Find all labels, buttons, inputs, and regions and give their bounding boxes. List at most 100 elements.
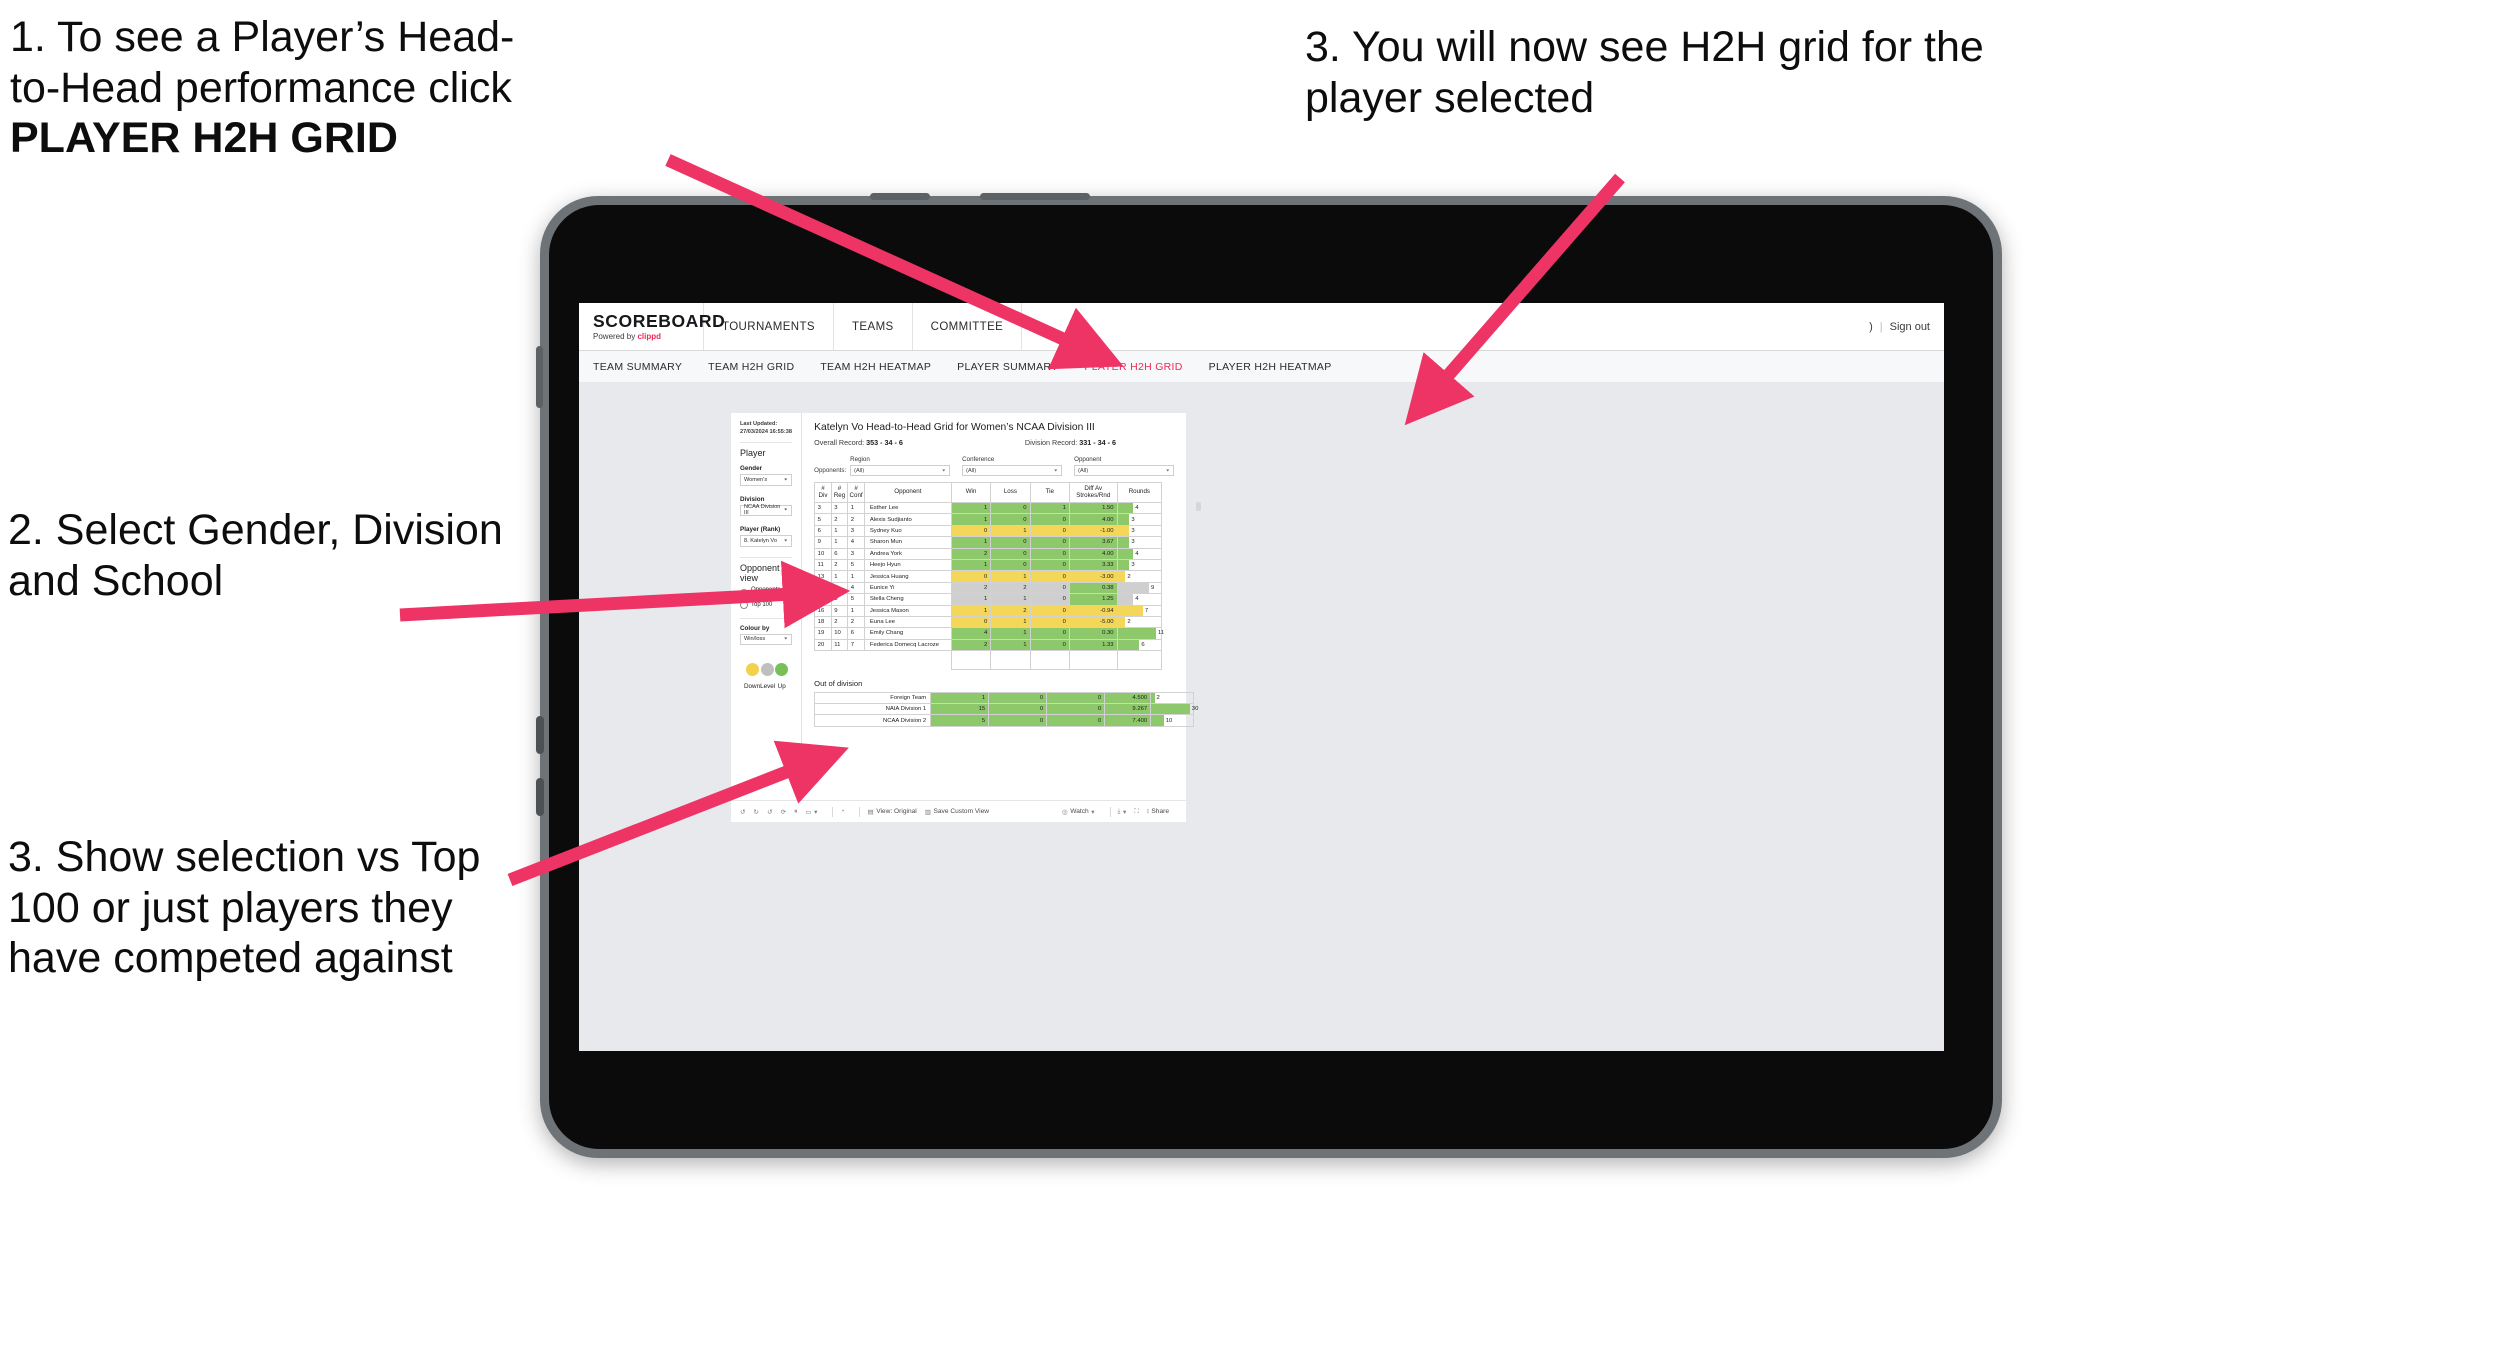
table-row[interactable]: 20 11 7 Federica Domecq Lacroze 2 1 0 1.33 6 [814,638,1163,652]
topnav-item-teams[interactable]: TEAMS [834,303,913,350]
record-summary: Overall Record: 353 - 34 - 6 Division Re… [814,438,1194,447]
topnav-item-committee[interactable]: COMMITTEE [913,303,1023,350]
legend-item-level: Level [760,663,775,690]
cell-ood-loss: 0 [988,691,1048,704]
revert-button[interactable]: ↺ [767,808,773,816]
highlight-icon: ▭ [805,808,812,816]
sign-out-link[interactable]: Sign out [1890,321,1930,333]
table-vertical-scrollbar[interactable] [1196,502,1202,511]
save-custom-view-button[interactable]: ▥ Save Custom View [925,808,989,816]
colour-by-value: Win/loss [744,636,766,643]
cell-ood-win: 5 [930,714,990,727]
tab-team-summary[interactable]: TEAM SUMMARY [593,361,682,373]
view-original-button[interactable]: ▤ View: Original [867,808,916,816]
region-select[interactable]: (All) ▼ [850,465,951,476]
redo-button[interactable]: ↻ [754,808,760,816]
gender-value: Women’s [744,476,768,483]
table-row[interactable]: 9 1 4 Sharon Mun 1 0 0 3.67 3 [814,536,1163,549]
th-opponent: Opponent [863,482,952,503]
cell-tie: 0 [1029,570,1070,583]
radio-opponents-played[interactable]: Opponents Played [740,587,792,599]
cell-opponent: Alexis Sudjianto [863,513,952,526]
table-row[interactable]: 6 1 3 Sydney Kuo 0 1 0 -1.00 3 [814,524,1163,538]
tab-team-h2h-heatmap[interactable]: TEAM H2H HEATMAP [820,361,931,373]
table-row[interactable]: 3 3 1 Esther Lee 1 0 1 1.50 4 [814,501,1163,515]
out-of-division-body: Foreign Team 1 0 0 4.500 2 NAIA Division 1 15 0 0… [814,691,1198,727]
table-row[interactable]: 5 2 2 Alexis Sudjianto 1 0 0 4.00 3 [814,513,1163,526]
table-row[interactable]: 14 7 4 Eunice Yi 2 2 0 0.38 9 [814,581,1163,595]
share-icon: ⦂ [1146,807,1149,815]
annotation-step-4: 3. You will now see H2H grid for the pla… [1305,23,1984,122]
h2h-table-head: # Div # Reg # Conf Opponent Win Loss Tie Di… [814,482,1163,503]
radio-icon [740,600,748,609]
th-rounds: Rounds [1116,482,1163,503]
out-of-division-table: Foreign Team 1 0 0 4.500 2 NAIA Division 1 15 0 0… [814,691,1198,727]
cell-ood-loss: 0 [988,702,1048,716]
gender-select[interactable]: Women’s ▼ [740,474,793,486]
th-reg: # Reg [830,482,849,503]
table-row[interactable]: 15 8 5 Stella Cheng 1 1 0 1.25 4 [814,593,1163,606]
pause-button[interactable]: ⏸ [794,808,797,816]
logo-text: SCOREBOARD [593,310,726,331]
conference-select[interactable]: (All) ▼ [962,465,1063,476]
annotation-step-1: 1. To see a Player’s Head- to-Head perfo… [10,12,770,164]
app-logo[interactable]: SCOREBOARD Powered by clippd [579,303,726,350]
table-row[interactable]: 16 9 1 Jessica Mason 1 2 0 -0.94 7 [814,604,1163,617]
topnav-item-tournaments[interactable]: TOURNAMENTS [704,303,834,350]
table-row[interactable]: 13 1 1 Jessica Huang 0 1 0 -3.00 2 [814,570,1163,583]
cell-loss: 1 [990,593,1031,606]
cell-reg: 10 [830,627,849,640]
cell-conf: 3 [847,547,865,560]
cell-loss: 2 [990,581,1031,595]
tab-player-h2h-heatmap[interactable]: PLAYER H2H HEATMAP [1209,361,1332,373]
division-record: Division Record: 331 - 34 - 6 [1025,438,1116,447]
opponent-select[interactable]: (All) ▼ [1074,465,1175,476]
last-updated-text: Last Updated: 27/03/2024 16:55:38 [740,421,792,435]
tab-player-summary[interactable]: PLAYER SUMMARY [957,361,1058,373]
watch-button[interactable]: ◎ Watch ▾ [1062,808,1095,816]
table-row[interactable]: 11 2 5 Heejo Hyun 1 0 0 3.33 3 [814,558,1163,572]
cell-conf: 1 [847,604,865,617]
cell-diff: 4.00 [1068,547,1118,560]
tab-player-h2h-grid[interactable]: PLAYER H2H GRID [1084,361,1182,373]
table-row[interactable]: 10 6 3 Andrea York 2 0 0 4.00 4 [814,547,1163,560]
cell-ood-diff: 9.267 [1104,702,1152,716]
out-of-division-row[interactable]: Foreign Team 1 0 0 4.500 2 [814,691,1195,704]
cell-tie: 0 [1029,604,1070,617]
share-button[interactable]: ⦂ Share [1147,808,1169,816]
tab-team-h2h-grid[interactable]: TEAM H2H GRID [708,361,794,373]
out-of-division-row[interactable]: NCAA Division 2 5 0 0 7.400 10 [814,714,1195,727]
dashboard-sheet: Last Updated: 27/03/2024 16:55:38 Player… [731,413,1202,800]
overall-record-value: 353 - 34 - 6 [866,438,903,447]
cell-ood-tie: 0 [1046,702,1106,716]
cell-ood-name: NAIA Division 1 [814,702,932,716]
annotation-step-1-line1: 1. To see a Player’s Head- [10,13,515,61]
player-rank-select[interactable]: 8. Katelyn Vo ▼ [740,535,793,547]
undo-button[interactable]: ↺ [740,808,746,816]
redo-icon: ↻ [753,808,760,816]
history-button[interactable]: ◔ [840,808,844,815]
table-row[interactable]: 19 10 6 Emily Chang 4 1 0 0.30 11 [814,627,1164,640]
cell-conf: 5 [847,593,865,606]
cell-diff: -3.00 [1068,570,1118,583]
cell-conf: 4 [847,536,865,549]
highlight-button[interactable]: ▭ ▾ [805,808,817,816]
table-row[interactable]: 18 2 2 Euna Lee 0 1 0 -5.00 2 [814,615,1163,629]
view-original-label: View: Original [876,808,917,815]
opponent-view-heading: Opponent view [740,562,780,583]
cell-div: 16 [814,604,832,617]
cell-div: 3 [814,501,832,515]
out-of-division-row[interactable]: NAIA Division 1 15 0 0 9.267 30 [814,702,1198,716]
fullscreen-button[interactable]: ⛶ [1134,808,1139,816]
download-button[interactable]: ⤓ ▾ [1118,808,1127,816]
division-select[interactable]: NCAA Division III ▼ [740,504,793,516]
colour-by-select[interactable]: Win/loss ▼ [740,633,793,646]
refresh-button[interactable]: ⟳ [781,808,787,816]
region-label: Region [850,456,870,463]
chevron-down-icon: ▾ [1122,808,1127,816]
cell-tie: 1 [1029,501,1070,515]
radio-top-100[interactable]: Top 100 [740,600,792,609]
cell-conf: 4 [847,581,865,595]
undo-icon: ↺ [740,808,746,816]
cell-conf: 2 [847,615,865,629]
